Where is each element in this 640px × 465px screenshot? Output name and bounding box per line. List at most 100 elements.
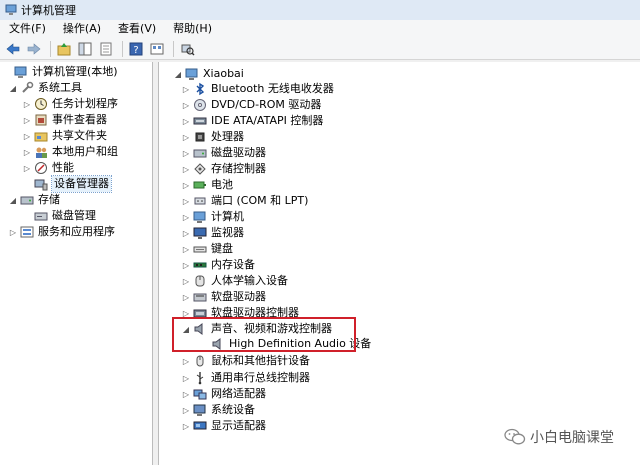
computer-mgmt-icon	[14, 66, 27, 78]
tree-item-device-manager[interactable]: 设备管理器	[22, 175, 112, 193]
tree-arrow[interactable]: ▷	[8, 228, 18, 237]
device-category[interactable]: ▷ 电池	[181, 177, 233, 193]
tree-item-label: 存储	[38, 193, 60, 206]
tree-arrow[interactable]: ▷	[181, 245, 191, 254]
tree-item-performance[interactable]: ▷ 性能	[22, 160, 74, 176]
view-button[interactable]	[148, 40, 166, 58]
tree-item-shared-folders[interactable]: ▷ 共享文件夹	[22, 128, 107, 144]
tree-item-task-scheduler[interactable]: ▷ 任务计划程序	[22, 96, 118, 112]
tree-arrow[interactable]: ▷	[181, 165, 191, 174]
storage-controller-icon	[194, 163, 206, 175]
tree-arrow[interactable]: ◢	[8, 196, 18, 205]
computer-icon	[193, 211, 206, 223]
tree-arrow[interactable]: ▷	[22, 100, 32, 109]
clock-icon	[35, 98, 47, 110]
toolbar: ?	[0, 38, 640, 60]
tree-arrow[interactable]: ▷	[181, 374, 191, 383]
device-category[interactable]: ▷ 人体学输入设备	[181, 273, 288, 289]
device-category[interactable]: ▷ 键盘	[181, 241, 233, 257]
help-icon: ?	[129, 42, 143, 56]
tree-arrow[interactable]: ▷	[181, 133, 191, 142]
tree-item-storage[interactable]: ◢ 存储	[8, 192, 60, 208]
device-category[interactable]: ▷ 通用串行总线控制器	[181, 370, 310, 386]
tree-arrow[interactable]: ▷	[181, 85, 191, 94]
tree-item-services-applications[interactable]: ▷ 服务和应用程序	[8, 224, 115, 240]
tree-arrow[interactable]: ▷	[181, 357, 191, 366]
device-label: High Definition Audio 设备	[229, 337, 372, 350]
device-category[interactable]: ▷ IDE ATA/ATAPI 控制器	[181, 113, 323, 129]
tree-item-label: 性能	[52, 161, 74, 174]
tree-arrow[interactable]: ▷	[181, 406, 191, 415]
device-category[interactable]: ▷ 内存设备	[181, 257, 255, 273]
device-label: DVD/CD-ROM 驱动器	[211, 98, 322, 111]
menu-file[interactable]: 文件(F)	[0, 20, 54, 38]
disk-drive-icon	[193, 149, 207, 158]
tree-arrow[interactable]: ▷	[181, 422, 191, 431]
device-label: 键盘	[211, 242, 233, 255]
tree-arrow[interactable]: ▷	[22, 116, 32, 125]
tree-item-system-tools[interactable]: ◢ 系统工具	[8, 80, 82, 96]
device-category[interactable]: ▷ 端口 (COM 和 LPT)	[181, 193, 308, 209]
system-device-icon	[193, 404, 206, 416]
tree-arrow[interactable]: ▷	[181, 229, 191, 238]
device-category[interactable]: ▷ 存储控制器	[181, 161, 266, 177]
tree-arrow[interactable]: ▷	[181, 101, 191, 110]
device-category[interactable]: ▷ 软盘驱动器控制器	[181, 305, 299, 321]
forward-button[interactable]	[25, 40, 43, 58]
tree-arrow[interactable]: ▷	[181, 293, 191, 302]
window-title: 计算机管理	[21, 4, 76, 17]
tree-arrow[interactable]: ▷	[181, 261, 191, 270]
properties-button[interactable]	[97, 40, 115, 58]
device-category[interactable]: ▷ Bluetooth 无线电收发器	[181, 81, 334, 97]
tree-arrow[interactable]: ◢	[181, 325, 191, 334]
device-label: 磁盘驱动器	[211, 146, 266, 159]
device-category[interactable]: ▷ 鼠标和其他指针设备	[181, 353, 310, 369]
tree-item-computer-management[interactable]: 计算机管理(本地)	[2, 64, 118, 80]
device-tree-root[interactable]: ◢ Xiaobai	[173, 66, 244, 82]
tree-arrow[interactable]: ▷	[181, 197, 191, 206]
tree-arrow[interactable]: ▷	[181, 117, 191, 126]
back-button[interactable]	[4, 40, 22, 58]
device-tree-child-item[interactable]: High Definition Audio 设备	[199, 336, 371, 352]
left-navigation-tree: 计算机管理(本地) ◢ 系统工具 ▷ 任务计划程序 ▷ 事件查看器 ▷ 共享文件…	[0, 62, 153, 465]
tree-arrow[interactable]: ◢	[173, 70, 183, 79]
tree-arrow[interactable]: ▷	[181, 149, 191, 158]
tree-arrow[interactable]: ▷	[181, 213, 191, 222]
hid-icon	[195, 275, 205, 287]
svg-text:?: ?	[133, 45, 138, 56]
scan-hardware-button[interactable]	[178, 40, 196, 58]
device-category[interactable]: ▷ 监视器	[181, 225, 244, 241]
menu-view[interactable]: 查看(V)	[109, 20, 164, 38]
help-button[interactable]: ?	[127, 40, 145, 58]
watermark: 小白电脑课堂	[504, 427, 614, 447]
tree-item-local-users[interactable]: ▷ 本地用户和组	[22, 144, 118, 160]
tree-arrow[interactable]: ▷	[181, 309, 191, 318]
device-category[interactable]: ▷ 系统设备	[181, 402, 255, 418]
show-hide-tree-button[interactable]	[76, 40, 94, 58]
up-button[interactable]	[55, 40, 73, 58]
tree-arrow[interactable]: ▷	[181, 277, 191, 286]
device-category[interactable]: ▷ 磁盘驱动器	[181, 145, 266, 161]
monitor-icon	[193, 227, 207, 239]
device-category[interactable]: ▷ 显示适配器	[181, 418, 266, 434]
tree-item-event-viewer[interactable]: ▷ 事件查看器	[22, 112, 107, 128]
menu-action[interactable]: 操作(A)	[54, 20, 109, 38]
tree-item-disk-management[interactable]: 磁盘管理	[22, 208, 96, 224]
device-category[interactable]: ▷ 软盘驱动器	[181, 289, 266, 305]
display-adapter-icon	[193, 421, 207, 430]
device-label: 系统设备	[211, 403, 255, 416]
tree-arrow[interactable]: ▷	[22, 148, 32, 157]
device-category[interactable]: ▷ DVD/CD-ROM 驱动器	[181, 97, 321, 113]
up-folder-icon	[57, 42, 71, 55]
tree-arrow[interactable]: ▷	[181, 181, 191, 190]
device-category[interactable]: ◢ 声音、视频和游戏控制器	[181, 321, 332, 337]
device-category[interactable]: ▷ 处理器	[181, 129, 244, 145]
device-category[interactable]: ▷ 网络适配器	[181, 386, 266, 402]
tree-arrow[interactable]: ▷	[181, 390, 191, 399]
tree-arrow[interactable]: ◢	[8, 84, 18, 93]
tree-arrow[interactable]: ▷	[22, 132, 32, 141]
tree-arrow[interactable]: ▷	[22, 164, 32, 173]
device-category[interactable]: ▷ 计算机	[181, 209, 244, 225]
menu-help[interactable]: 帮助(H)	[164, 20, 220, 38]
device-label: 内存设备	[211, 258, 255, 271]
